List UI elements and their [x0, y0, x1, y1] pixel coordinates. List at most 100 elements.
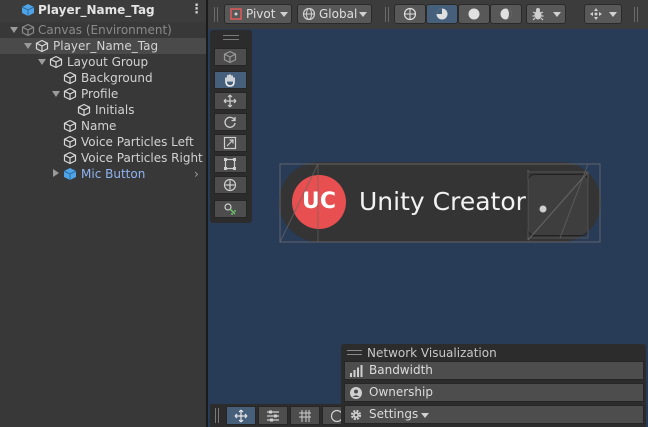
scale-icon	[223, 136, 237, 150]
gear-icon	[350, 409, 362, 421]
hierarchy-item-label: Background	[81, 71, 153, 85]
hierarchy-item-background[interactable]: Background	[0, 70, 206, 86]
gameobject-cube-icon	[63, 87, 77, 101]
half-sphere-icon	[500, 8, 512, 20]
hierarchy-item-canvas-environment[interactable]: Canvas (Environment)	[0, 22, 206, 38]
expand-arrow-icon[interactable]	[52, 91, 60, 97]
transform-tool-button[interactable]	[214, 176, 247, 194]
gizmos-dropdown[interactable]	[584, 4, 622, 24]
gameobject-cube-icon	[63, 119, 77, 133]
hierarchy-item-label: Layout Group	[67, 55, 149, 69]
bandwidth-bars-icon	[350, 365, 363, 377]
gameobject-cube-icon	[63, 135, 77, 149]
scene-toolbar: Pivot Global	[208, 0, 648, 29]
sliders-icon	[267, 410, 279, 422]
hand-tool-button[interactable]	[214, 71, 247, 89]
bandwidth-label: Bandwidth	[369, 363, 433, 377]
expand-arrow-icon[interactable]	[24, 43, 32, 49]
prefab-cube-icon	[21, 4, 35, 16]
unlit-button[interactable]	[490, 4, 522, 24]
shaded-wireframe-button[interactable]	[426, 4, 458, 24]
hierarchy-item-voice-particles-left[interactable]: Voice Particles Left	[0, 134, 206, 150]
bug-icon	[532, 8, 544, 21]
global-label: Global	[319, 7, 358, 21]
ownership-label: Ownership	[369, 385, 433, 399]
profile-initials-circle[interactable]: UC	[292, 175, 346, 229]
wireframe-sphere-icon	[403, 7, 417, 21]
hierarchy-item-voice-particles-right[interactable]: Voice Particles Right	[0, 150, 206, 166]
expand-arrow-icon[interactable]	[38, 59, 46, 65]
grid-icon	[299, 410, 311, 422]
debug-draw-mode-dropdown[interactable]	[526, 4, 566, 24]
move-arrows-icon	[223, 94, 237, 108]
rect-tool-button[interactable]	[214, 155, 247, 173]
hierarchy-panel: Player_Name_Tag ⋮ Canvas (Environment) P…	[0, 0, 206, 427]
scale-tool-button[interactable]	[214, 134, 247, 152]
move-snap-button[interactable]	[226, 406, 256, 425]
gameobject-cube-icon	[63, 151, 77, 165]
hierarchy-item-label: Voice Particles Left	[81, 135, 194, 149]
hierarchy-item-label: Profile	[81, 87, 119, 101]
bandwidth-toggle[interactable]: Bandwidth	[344, 361, 644, 380]
globe-icon	[302, 7, 316, 21]
shaded-sphere-icon	[468, 8, 480, 20]
hierarchy-title: Player_Name_Tag	[38, 3, 155, 17]
toolbar-grip[interactable]	[214, 7, 218, 22]
gameobject-cube-icon	[35, 39, 49, 53]
hierarchy-item-player-name-tag[interactable]: Player_Name_Tag	[0, 38, 206, 54]
hand-icon	[225, 74, 235, 87]
hierarchy-item-label: Mic Button	[81, 167, 146, 181]
tools-overlay	[210, 30, 252, 223]
ownership-toggle[interactable]: Ownership	[344, 383, 644, 402]
gameobject-cube-icon	[77, 103, 91, 117]
toolbar-grip[interactable]	[215, 408, 219, 423]
collapse-arrow-icon[interactable]	[53, 169, 59, 177]
mic-button[interactable]	[527, 174, 589, 236]
chevron-down-icon	[421, 413, 429, 418]
kebab-menu-icon[interactable]: ⋮	[190, 3, 203, 17]
wireframe-shading-button[interactable]	[394, 4, 426, 24]
gameobject-cube-icon	[63, 71, 77, 85]
rotate-icon	[224, 116, 236, 128]
shaded-button[interactable]	[458, 4, 490, 24]
overlay-grip[interactable]	[347, 350, 362, 355]
chevron-down-icon	[609, 12, 617, 17]
settings-label: Settings	[369, 407, 419, 421]
align-settings-button[interactable]	[258, 406, 288, 425]
overlay-grip[interactable]	[223, 35, 239, 40]
rotate-tool-button[interactable]	[214, 113, 247, 131]
cube-icon	[223, 50, 237, 64]
nametag-name-text[interactable]: Unity Creator	[359, 186, 526, 218]
pivot-label: Pivot	[246, 7, 276, 21]
transform-icon	[223, 178, 237, 192]
hierarchy-item-profile[interactable]: Profile	[0, 86, 206, 102]
custom-tool-button[interactable]	[214, 200, 247, 218]
move-tool-button[interactable]	[214, 92, 247, 110]
hierarchy-item-label: Initials	[95, 103, 135, 117]
expand-arrow-icon[interactable]	[10, 27, 18, 33]
chevron-down-icon	[280, 12, 288, 17]
rect-transform-icon	[224, 158, 236, 170]
global-dropdown[interactable]: Global	[297, 4, 372, 24]
network-visualization-title: Network Visualization	[367, 346, 497, 360]
hierarchy-item-label: Player_Name_Tag	[53, 39, 159, 53]
chevron-right-icon[interactable]: ›	[194, 166, 199, 182]
hierarchy-item-mic-button[interactable]: Mic Button ›	[0, 166, 206, 182]
hierarchy-item-layout-group[interactable]: Layout Group	[0, 54, 206, 70]
hierarchy-header: Player_Name_Tag ⋮	[0, 0, 206, 22]
hierarchy-item-initials[interactable]: Initials	[0, 102, 206, 118]
custom-tool-icon	[224, 203, 236, 215]
chevron-down-icon	[553, 12, 561, 17]
hierarchy-item-label: Voice Particles Right	[81, 151, 203, 165]
toolbar-grip[interactable]	[634, 7, 638, 22]
network-visualization-overlay: Network Visualization Bandwidth Ownershi…	[341, 344, 646, 427]
toolbar-grip[interactable]	[385, 7, 389, 22]
pivot-dropdown[interactable]: Pivot	[224, 4, 292, 24]
grid-snap-button[interactable]	[290, 406, 320, 425]
settings-dropdown[interactable]: Settings	[344, 405, 644, 424]
hierarchy-item-label: Canvas (Environment)	[38, 23, 172, 37]
gameobject-cube-icon	[21, 23, 35, 37]
view-tool-button[interactable]	[214, 48, 247, 66]
hierarchy-item-name[interactable]: Name	[0, 118, 206, 134]
move-arrows-icon	[234, 409, 248, 423]
